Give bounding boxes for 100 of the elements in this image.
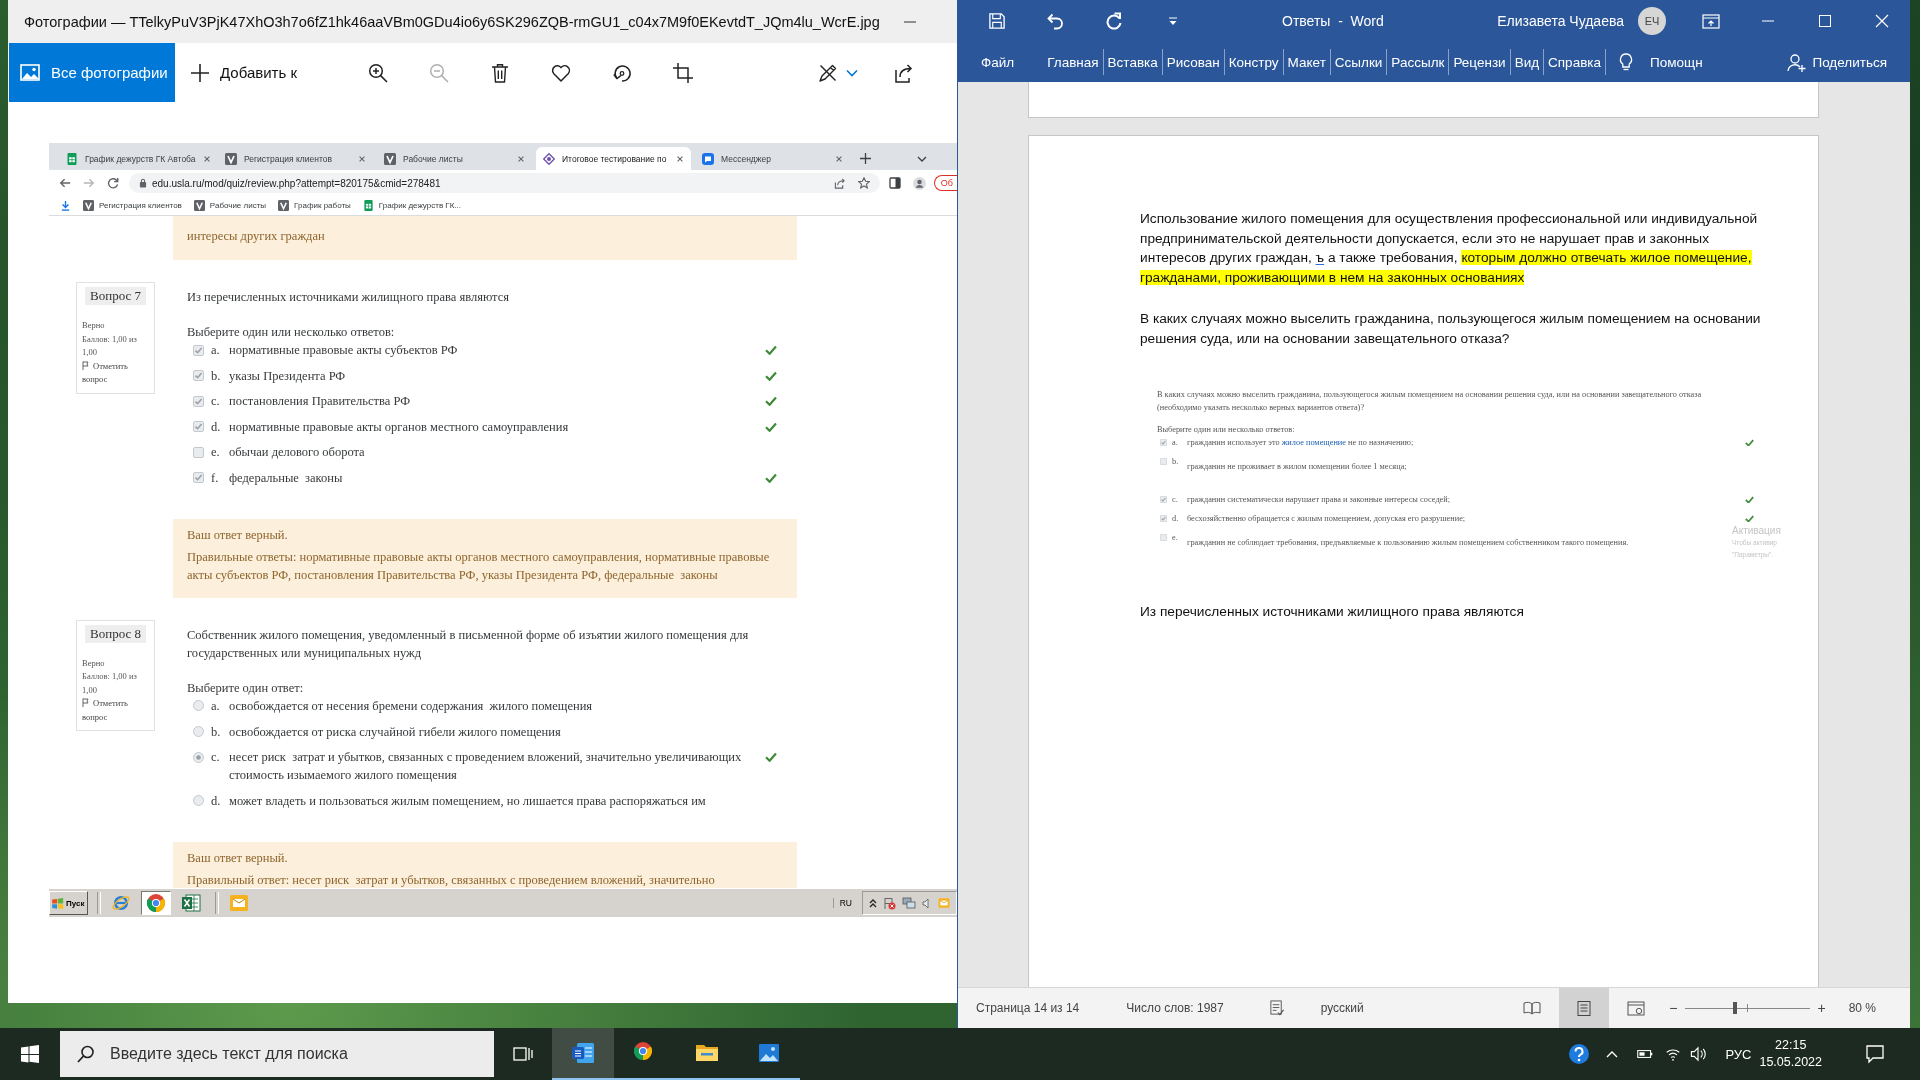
bookmark[interactable]: Рабочие листы bbox=[193, 200, 267, 211]
input-language[interactable]: РУС bbox=[1725, 1046, 1752, 1062]
close-icon[interactable] bbox=[835, 154, 843, 163]
checkbox[interactable] bbox=[1159, 533, 1167, 541]
wifi-icon[interactable] bbox=[1665, 1046, 1682, 1062]
glossary-link[interactable]: жилое помещение bbox=[1281, 437, 1346, 447]
chevron-up-icon[interactable] bbox=[1606, 1050, 1619, 1058]
zoom-out-button[interactable]: − bbox=[1669, 1000, 1678, 1016]
close-icon[interactable] bbox=[517, 154, 525, 163]
browser-tab[interactable]: Мессенджер bbox=[695, 147, 850, 170]
ribbon-tab[interactable]: Рецензи bbox=[1449, 49, 1511, 75]
star-icon[interactable] bbox=[857, 177, 870, 189]
checkbox[interactable] bbox=[193, 472, 204, 484]
v-tile-icon bbox=[384, 152, 396, 165]
checkbox[interactable] bbox=[193, 344, 204, 356]
download-icon[interactable] bbox=[60, 200, 71, 211]
ribbon-tab[interactable]: Рассылк bbox=[1387, 49, 1450, 75]
proofing-icon[interactable] bbox=[1268, 1000, 1285, 1016]
dropdown-icon[interactable] bbox=[1168, 16, 1178, 26]
speaker-icon[interactable] bbox=[1690, 1046, 1707, 1062]
profile-icon[interactable] bbox=[912, 176, 926, 190]
browser-tab[interactable]: Рабочие листы bbox=[377, 147, 532, 170]
close-icon[interactable] bbox=[358, 154, 366, 163]
stacked-windows-icon[interactable] bbox=[513, 1044, 533, 1064]
share-icon[interactable] bbox=[894, 62, 915, 83]
ribbon-tab[interactable]: Ссылки bbox=[1330, 49, 1388, 75]
flag-question-link[interactable]: Отметить вопрос bbox=[82, 359, 151, 387]
checkbox[interactable] bbox=[1159, 514, 1167, 522]
ribbon-display-icon[interactable] bbox=[1701, 13, 1720, 29]
slider-thumb[interactable] bbox=[1733, 1002, 1738, 1014]
language-indicator[interactable]: RU bbox=[832, 898, 858, 908]
double-chevron-icon[interactable] bbox=[869, 897, 877, 909]
bookmark[interactable]: График работы bbox=[278, 200, 351, 211]
checkbox[interactable] bbox=[193, 446, 204, 458]
start-button[interactable]: Пуск bbox=[49, 891, 88, 915]
maximize-icon[interactable] bbox=[1818, 15, 1831, 27]
option-letter: f. bbox=[211, 469, 220, 487]
ribbon-tab[interactable]: Справка bbox=[1544, 49, 1607, 75]
checkbox[interactable] bbox=[1159, 438, 1167, 446]
browser-tab[interactable]: Регистрация клиентов bbox=[218, 147, 373, 170]
radio-button[interactable] bbox=[193, 700, 204, 712]
save-icon[interactable] bbox=[988, 12, 1006, 30]
radio-button[interactable] bbox=[193, 795, 204, 807]
radio-button[interactable] bbox=[193, 726, 204, 738]
pen-icon[interactable] bbox=[818, 62, 839, 83]
close-icon[interactable] bbox=[202, 154, 211, 163]
activation-notice: Активация bbox=[1732, 524, 1781, 537]
update-button[interactable]: Об bbox=[933, 175, 957, 191]
close-icon[interactable] bbox=[676, 154, 684, 163]
crop-icon[interactable] bbox=[673, 62, 694, 83]
ribbon-tab[interactable]: Рисован bbox=[1162, 49, 1225, 75]
bookmark[interactable]: Регистрация клиентов bbox=[83, 200, 182, 211]
undo-icon[interactable] bbox=[1046, 12, 1064, 30]
back-arrow-icon[interactable] bbox=[59, 177, 71, 189]
bookmark[interactable]: График дежурств ГК... bbox=[362, 200, 461, 211]
option-letter: c. bbox=[211, 749, 221, 767]
all-photos-button[interactable]: Все фотографии bbox=[9, 43, 175, 102]
checkbox[interactable] bbox=[1159, 457, 1167, 465]
flag-question-link[interactable]: Отметить вопрос bbox=[82, 697, 151, 725]
browser-tab[interactable]: График дежурств ГК Автоба bbox=[59, 147, 214, 170]
lock-icon bbox=[139, 178, 147, 188]
chevron-down-icon[interactable] bbox=[846, 68, 859, 77]
question-text: Собственник жилого помещения, уведомленный в письменной форме об изъятии жилого помещения для государственных или муниципальных нужд bbox=[187, 626, 750, 662]
browser-tab[interactable]: Итоговое тестирование по bbox=[536, 147, 691, 170]
four-panes-icon[interactable] bbox=[21, 1045, 39, 1063]
ribbon-tab[interactable]: Главная bbox=[1043, 49, 1104, 75]
trash-icon[interactable] bbox=[490, 62, 511, 83]
file-menu-button[interactable]: Файл bbox=[958, 54, 1015, 70]
monitors-icon[interactable] bbox=[902, 897, 916, 909]
flag-icon[interactable] bbox=[883, 896, 896, 910]
user-avatar[interactable]: ЕЧ bbox=[1638, 7, 1666, 35]
tell-me-button[interactable]: Помощн bbox=[1618, 53, 1703, 71]
share-button[interactable]: Поделиться bbox=[1787, 52, 1887, 72]
clock-date[interactable]: 15.05.2022 bbox=[1759, 1054, 1822, 1071]
zoom-in-icon[interactable] bbox=[368, 62, 389, 83]
clock-time[interactable]: 22:15 bbox=[1775, 1037, 1807, 1054]
ribbon-tab[interactable]: Макет bbox=[1283, 49, 1331, 75]
chevron-down-icon[interactable] bbox=[917, 156, 927, 162]
ribbon-tab[interactable]: Вид bbox=[1510, 49, 1545, 75]
battery-icon[interactable] bbox=[1636, 1048, 1655, 1060]
checkbox[interactable] bbox=[193, 395, 204, 407]
heart-icon[interactable] bbox=[551, 62, 572, 83]
ribbon-tab[interactable]: Вставка bbox=[1103, 49, 1163, 75]
search-field[interactable]: Введите здесь текст для поиска bbox=[60, 1031, 494, 1077]
reload-icon[interactable] bbox=[107, 177, 119, 189]
rotate-icon[interactable] bbox=[612, 62, 633, 83]
taskbar-button[interactable] bbox=[552, 1028, 614, 1080]
help-icon[interactable] bbox=[1568, 1043, 1591, 1065]
add-to-button[interactable]: Добавить к bbox=[190, 62, 298, 83]
zoom-in-button[interactable]: + bbox=[1817, 1000, 1826, 1016]
ribbon-tab[interactable]: Констру bbox=[1224, 49, 1284, 75]
radio-button[interactable] bbox=[193, 751, 204, 763]
side-panel-icon[interactable] bbox=[888, 177, 901, 189]
checkbox[interactable] bbox=[193, 370, 204, 382]
speech-bubble-icon[interactable] bbox=[1865, 1044, 1885, 1064]
plus-icon[interactable] bbox=[860, 153, 871, 164]
address-field[interactable]: edu.usla.ru/mod/quiz/review.php?attempt=820175&cmid=278481 bbox=[129, 173, 880, 193]
checkbox[interactable] bbox=[1159, 495, 1167, 503]
redo-icon[interactable] bbox=[1105, 12, 1123, 30]
checkbox[interactable] bbox=[193, 421, 204, 433]
